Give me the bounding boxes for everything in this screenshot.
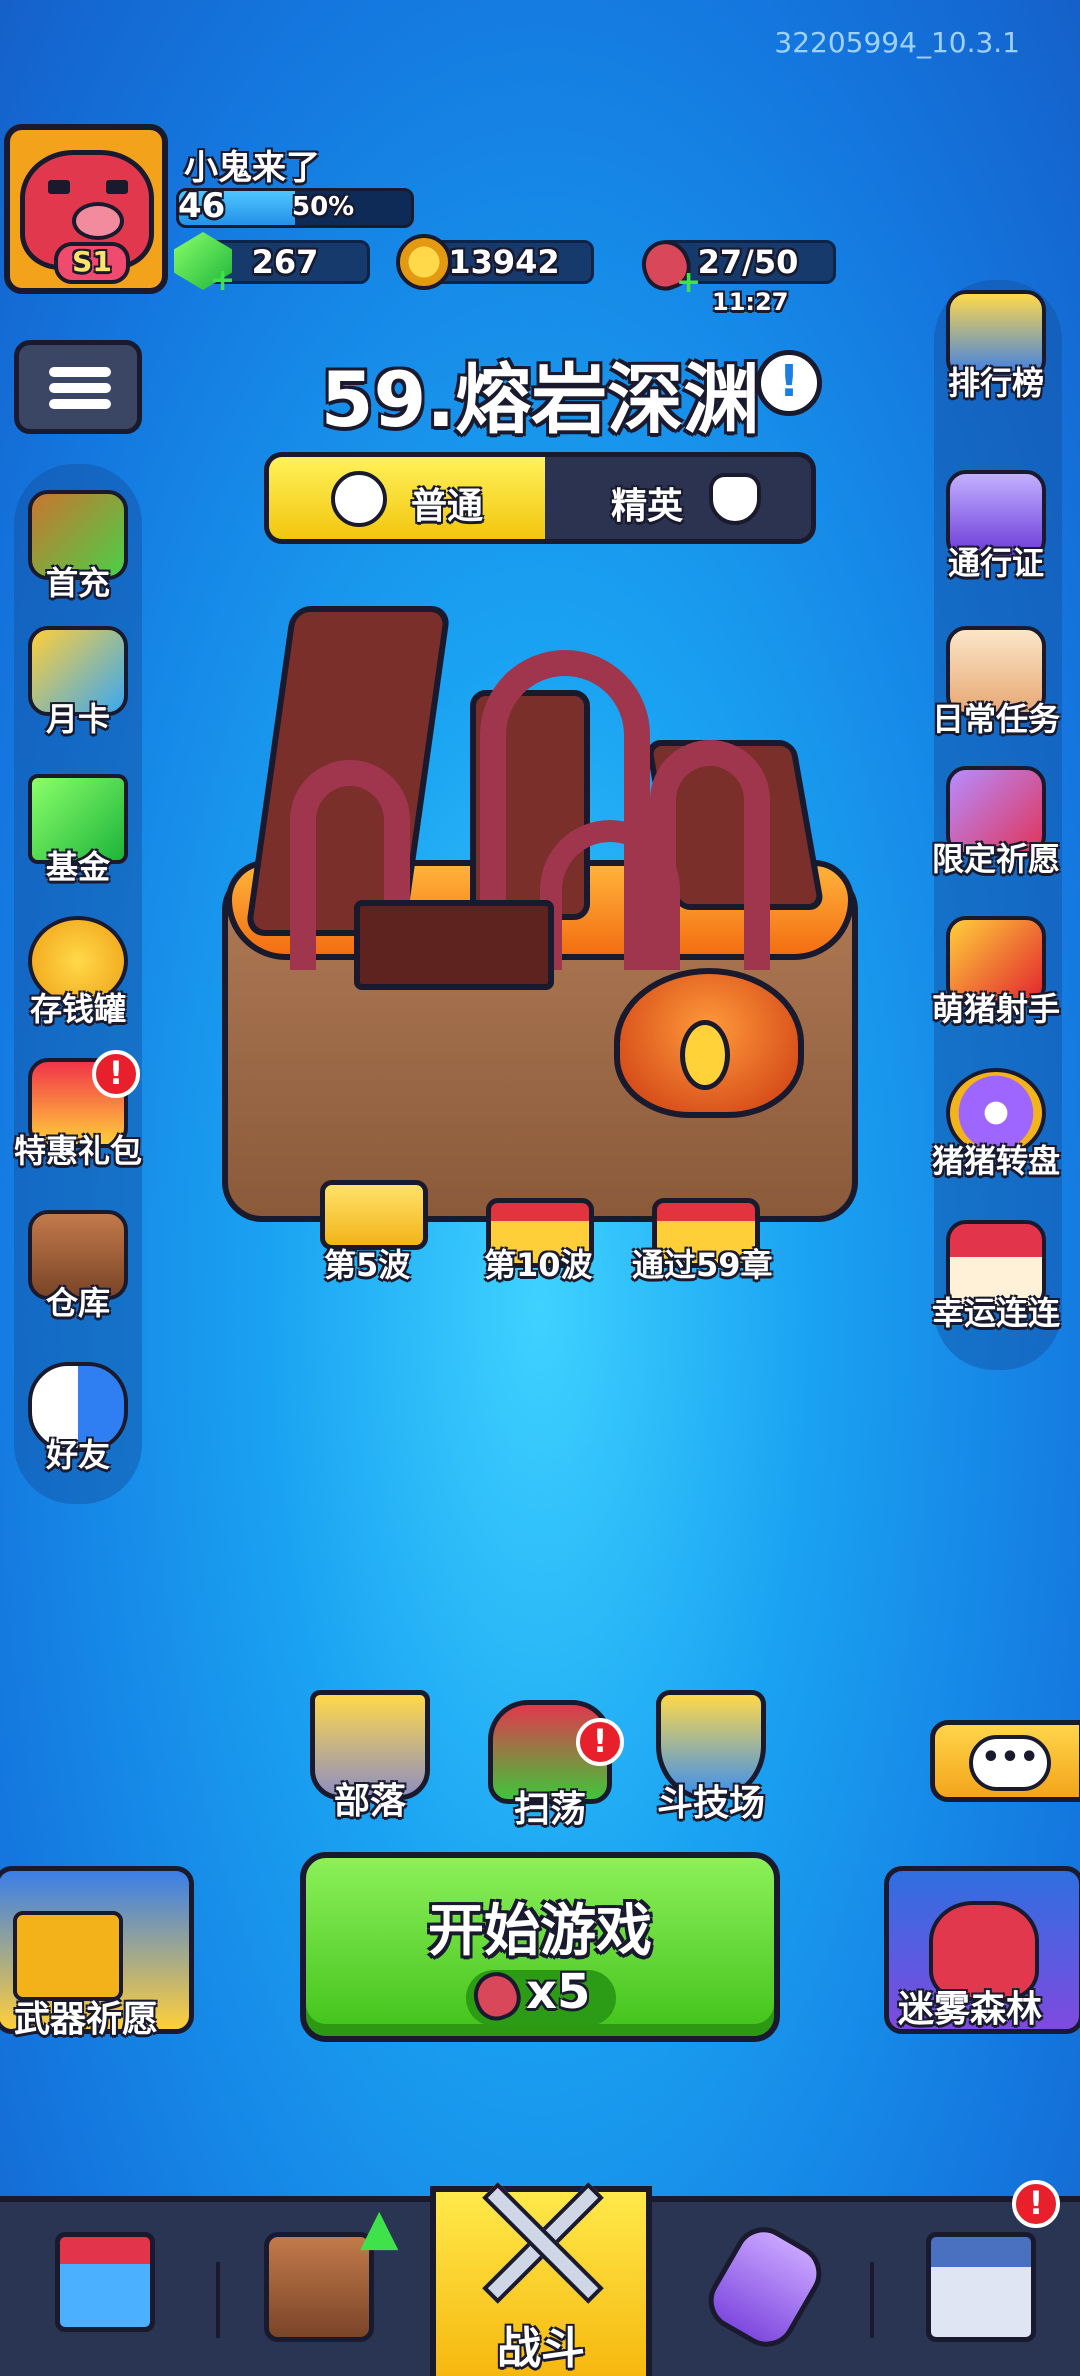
hero-backpack-icon [264,2232,374,2342]
side-label-first-recharge: 首充 [45,564,110,602]
reward-label-wave10: 第10波 [484,1246,593,1284]
side-label-pass: 通行证 [947,544,1044,582]
tab-elite[interactable]: 精英 [611,477,683,529]
start-game-label: 开始游戏 [428,1899,652,1964]
tentacle-small [540,820,680,970]
player-level: 46 [178,186,226,226]
nav-shop[interactable] [40,2232,170,2362]
season-badge: S1 [54,242,130,284]
crossed-swords-icon [476,2168,606,2308]
gift-pack-alert-badge: ! [92,1050,140,1098]
avatar-eye-left [48,180,70,194]
side-item-gift-pack[interactable]: 特惠礼包 ! [8,1050,148,1172]
side-label-limited-wish: 限定祈愿 [931,840,1060,878]
player-name: 小鬼来了 [184,148,320,188]
nav-separator [870,2262,874,2338]
upgrade-arrow-icon: ▲ [360,2198,399,2256]
mode-sweep[interactable]: 扫荡 ! [488,1700,624,1832]
side-item-friends[interactable]: 好友 [8,1362,148,1476]
tab-normal[interactable] [269,457,545,539]
start-game-button[interactable]: 开始游戏 x5 [300,1852,780,2042]
coin-icon [396,234,452,290]
side-label-fund: 基金 [45,848,110,886]
side-item-monthly-card[interactable]: 月卡 [8,626,148,740]
potion-jar-icon [697,2216,833,2358]
side-label-wheel: 猪猪转盘 [931,1142,1060,1180]
side-label-storage: 仓库 [45,1284,110,1322]
mode-tribe-label: 部落 [333,1781,406,1822]
side-label-daily-quest: 日常任务 [931,700,1060,738]
nav-potion[interactable] [697,2216,833,2362]
side-item-storage[interactable]: 仓库 [8,1210,148,1324]
side-item-limited-wish[interactable]: 限定祈愿 [926,766,1066,880]
difficulty-tabs: 普通 精英 [264,452,816,544]
tab-normal-label: 普通 [411,486,484,527]
build-version: 32205994_10.3.1 [774,26,1020,59]
side-label-leaderboard: 排行榜 [947,364,1044,402]
elite-skull-icon [709,473,761,525]
pig-icon [331,471,387,527]
side-label-monthly-card: 月卡 [45,700,110,738]
shop-icon [55,2232,155,2332]
mode-sweep-label: 扫荡 [513,1789,586,1830]
avatar-eye-right [106,180,128,194]
add-gem-icon[interactable]: + [210,266,235,296]
sweep-alert-badge: ! [576,1718,624,1766]
side-item-leaderboard[interactable]: 排行榜 [926,290,1066,404]
side-item-pig-shooter[interactable]: 萌猪射手 [926,916,1066,1030]
nav-hero[interactable]: ▲ [254,2198,398,2362]
side-label-lucky: 幸运连连 [931,1294,1060,1332]
coin-count: 13942 [448,243,560,281]
chat-bubble-icon: ••• [969,1735,1051,1791]
side-label-gift-pack: 特惠礼包 [13,1132,142,1170]
side-item-daily-quest[interactable]: 日常任务 [926,626,1066,740]
nav-building[interactable]: ! [916,2180,1060,2362]
side-item-pass[interactable]: 通行证 [926,470,1066,584]
mode-tribe[interactable]: 部落 [310,1690,430,1824]
side-label-pig-shooter: 萌猪射手 [931,990,1060,1028]
side-label-friends: 好友 [45,1436,110,1474]
lava-rock-front [354,900,554,990]
reward-label-chapter59: 通过59章 [632,1246,773,1284]
building-icon [926,2232,1036,2342]
gem-count: 267 [251,243,319,281]
player-avatar[interactable]: S1 [4,124,168,294]
avatar-snout [72,202,124,240]
nav-battle-label: 战斗 [497,2323,585,2374]
fire-monster-eye [680,1020,730,1090]
side-label-piggy-bank: 存钱罐 [29,990,126,1028]
reward-label-wave5: 第5波 [324,1246,411,1284]
add-stamina-icon[interactable]: + [676,268,701,298]
side-item-lucky[interactable]: 幸运连连 [926,1220,1066,1334]
stamina-timer: 11:27 [712,288,789,316]
weapon-chest-icon [13,1911,123,2001]
side-item-fund[interactable]: 基金 [8,774,148,888]
mode-arena[interactable]: 斗技场 [656,1690,766,1826]
nav-separator [216,2262,220,2338]
level-title: 59.熔岩深渊 [320,355,760,444]
building-alert-badge: ! [1012,2180,1060,2228]
weapon-wish-label: 武器祈愿 [14,1999,159,2040]
mist-forest-label: 迷雾森林 [898,1989,1043,2030]
side-item-first-recharge[interactable]: 首充 [8,490,148,604]
nav-battle[interactable]: 战斗 [430,2182,652,2376]
side-item-piggy-bank[interactable]: 存钱罐 [8,916,148,1030]
side-item-wheel[interactable]: 猪猪转盘 [926,1068,1066,1182]
level-percent: 50% [292,192,355,222]
stamina-count: 27/50 [697,243,799,281]
mode-arena-label: 斗技场 [656,1783,765,1824]
stamina-cost: x5 [526,1964,591,2020]
level-info-button[interactable]: ! [756,350,822,416]
chat-button[interactable]: ••• [930,1720,1080,1802]
